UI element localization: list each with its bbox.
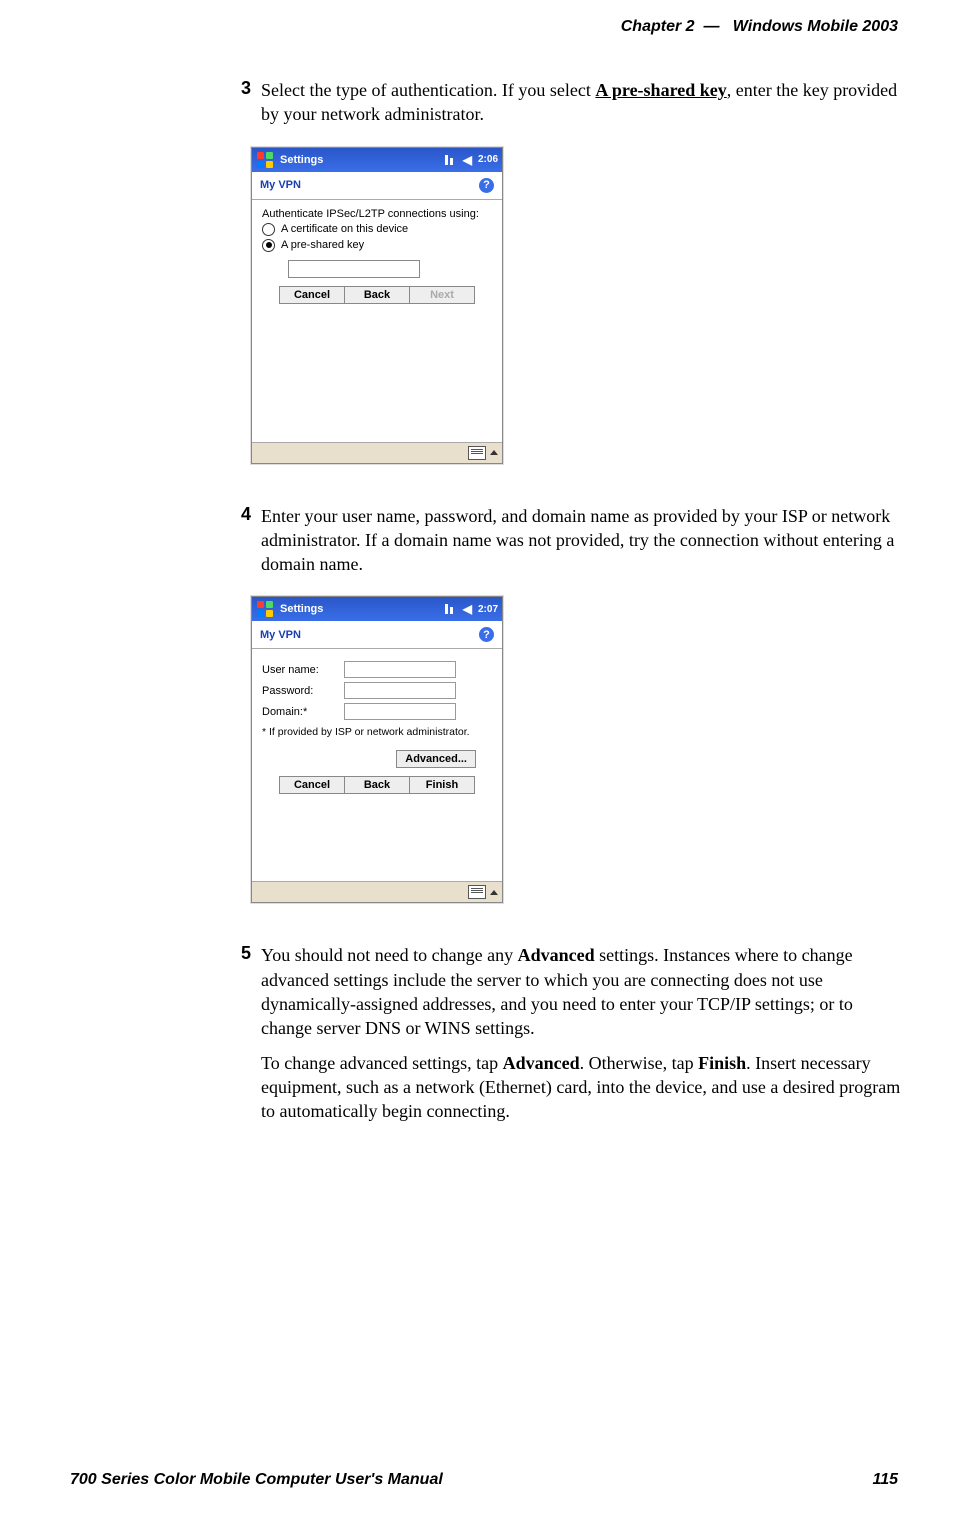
speaker-icon[interactable]: ◀ — [463, 153, 472, 167]
wm-titlebar-1: Settings ◀ 2:06 — [252, 148, 502, 172]
step-5-number: 5 — [225, 943, 261, 1123]
back-button[interactable]: Back — [345, 286, 410, 304]
document-page: Chapter 2 — Windows Mobile 2003 3 Select… — [0, 0, 968, 1519]
wm-body-2: User name: Password: Domain:* * If provi… — [252, 649, 502, 881]
up-arrow-icon[interactable] — [490, 890, 498, 895]
page-footer: 700 Series Color Mobile Computer User's … — [70, 1471, 898, 1489]
screenshot-1: Settings ◀ 2:06 My VPN ? Authenticate IP… — [251, 147, 908, 464]
radio-preshared[interactable]: A pre-shared key — [262, 239, 492, 252]
wm-subhead-1: My VPN ? — [252, 172, 502, 200]
password-input[interactable] — [344, 682, 456, 699]
domain-input[interactable] — [344, 703, 456, 720]
step-5-p1b: Advanced — [518, 945, 595, 965]
button-row-1: Cancel Back Next — [262, 286, 492, 304]
wm-titlebar-2: Settings ◀ 2:07 — [252, 597, 502, 621]
wm-title-1: Settings — [280, 154, 445, 166]
up-arrow-icon[interactable] — [490, 450, 498, 455]
row-username: User name: — [262, 661, 492, 678]
step-3-number: 3 — [225, 78, 261, 127]
radio-icon — [262, 223, 275, 236]
label-domain: Domain:* — [262, 706, 340, 718]
step-5: 5 You should not need to change any Adva… — [225, 943, 908, 1123]
wm-subtitle-1: My VPN — [260, 179, 301, 191]
auth-prompt: Authenticate IPSec/L2TP connections usin… — [262, 208, 492, 220]
content-area: 3 Select the type of authentication. If … — [225, 78, 908, 1142]
row-domain: Domain:* — [262, 703, 492, 720]
help-icon[interactable]: ? — [479, 627, 494, 642]
radio-certificate-label: A certificate on this device — [281, 223, 408, 235]
start-icon[interactable] — [256, 600, 274, 618]
footer-manual: 700 Series Color Mobile Computer User's … — [70, 1471, 443, 1489]
row-password: Password: — [262, 682, 492, 699]
wm-subtitle-2: My VPN — [260, 629, 301, 641]
finish-button[interactable]: Finish — [410, 776, 475, 794]
step-4-text: Enter your user name, password, and doma… — [261, 504, 908, 577]
cancel-button[interactable]: Cancel — [279, 776, 345, 794]
next-button: Next — [410, 286, 475, 304]
label-password: Password: — [262, 685, 340, 697]
wm-window-1: Settings ◀ 2:06 My VPN ? Authenticate IP… — [251, 147, 503, 464]
cancel-button[interactable]: Cancel — [279, 286, 345, 304]
screenshot-2: Settings ◀ 2:07 My VPN ? User name: — [251, 596, 908, 903]
step-5-p2a: To change advanced settings, tap — [261, 1053, 503, 1073]
step-4-number: 4 — [225, 504, 261, 577]
header-dash: — — [703, 18, 719, 35]
button-row-2: Cancel Back Finish — [262, 776, 492, 794]
radio-certificate[interactable]: A certificate on this device — [262, 223, 492, 236]
step-3-text-1: Select the type of authentication. If yo… — [261, 80, 595, 100]
keyboard-icon[interactable] — [468, 446, 486, 460]
wm-body-1: Authenticate IPSec/L2TP connections usin… — [252, 200, 502, 442]
wm-window-2: Settings ◀ 2:07 My VPN ? User name: — [251, 596, 503, 903]
back-button[interactable]: Back — [345, 776, 410, 794]
keyboard-icon[interactable] — [468, 885, 486, 899]
step-5-text: You should not need to change any Advanc… — [261, 943, 908, 1123]
signal-icon[interactable] — [445, 604, 457, 614]
header-chapter: Chapter — [621, 18, 681, 35]
radio-icon — [262, 239, 275, 252]
wm-tray-1: ◀ 2:06 — [445, 153, 498, 167]
preshared-key-input[interactable] — [288, 260, 420, 278]
wm-bottombar-1 — [252, 442, 502, 463]
speaker-icon[interactable]: ◀ — [463, 602, 472, 616]
wm-subhead-2: My VPN ? — [252, 621, 502, 649]
username-input[interactable] — [344, 661, 456, 678]
header-chapter-num: 2 — [686, 18, 695, 35]
wm-time-2[interactable]: 2:07 — [478, 604, 498, 615]
advanced-row: Advanced... — [262, 750, 492, 768]
step-3-text: Select the type of authentication. If yo… — [261, 78, 908, 127]
start-icon[interactable] — [256, 151, 274, 169]
wm-title-2: Settings — [280, 603, 445, 615]
step-5-p1a: You should not need to change any — [261, 945, 518, 965]
wm-tray-2: ◀ 2:07 — [445, 602, 498, 616]
footer-page: 115 — [872, 1471, 898, 1489]
page-header: Chapter 2 — Windows Mobile 2003 — [621, 18, 898, 36]
wm-time-1[interactable]: 2:06 — [478, 154, 498, 165]
domain-note: * If provided by ISP or network administ… — [262, 726, 492, 738]
step-3: 3 Select the type of authentication. If … — [225, 78, 908, 127]
advanced-button[interactable]: Advanced... — [396, 750, 476, 768]
signal-icon[interactable] — [445, 155, 457, 165]
wm-bottombar-2 — [252, 881, 502, 902]
label-username: User name: — [262, 664, 340, 676]
step-4: 4 Enter your user name, password, and do… — [225, 504, 908, 577]
step-5-p2c: . Otherwise, tap — [580, 1053, 698, 1073]
help-icon[interactable]: ? — [479, 178, 494, 193]
step-3-bold-underline: A pre-shared key — [595, 80, 726, 100]
header-title: Windows Mobile 2003 — [733, 18, 898, 35]
radio-preshared-label: A pre-shared key — [281, 239, 364, 251]
step-5-p2b: Advanced — [503, 1053, 580, 1073]
step-5-p2d: Finish — [698, 1053, 746, 1073]
